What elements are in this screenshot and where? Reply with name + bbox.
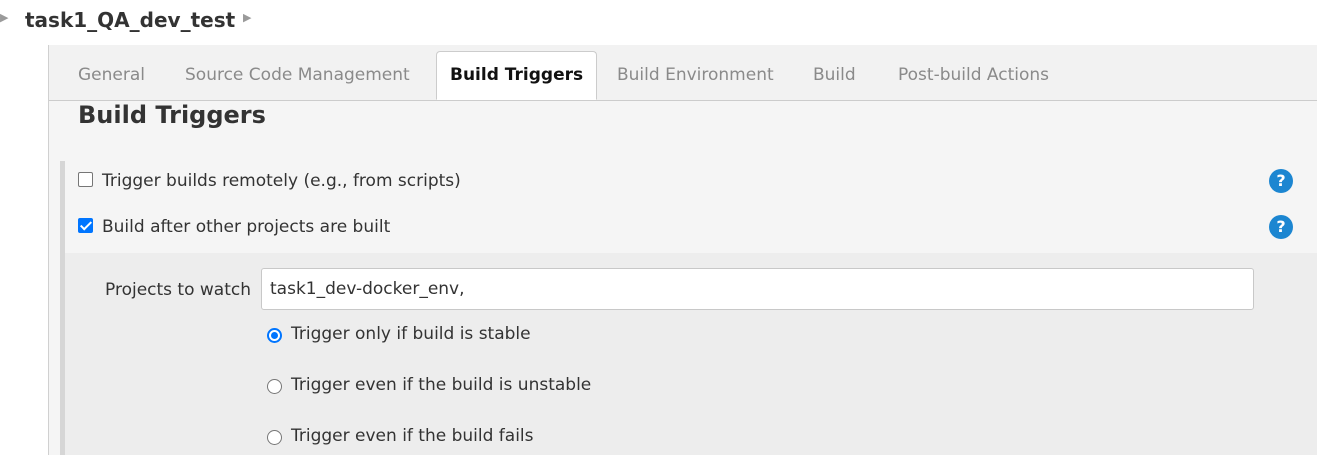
build-after-other-projects-checkbox[interactable] [78,218,93,233]
tab-build[interactable]: Build [813,65,856,85]
breadcrumb-separator-icon: ▶ [0,11,9,24]
tab-general[interactable]: General [78,65,145,85]
trigger-remote-row[interactable]: Trigger builds remotely (e.g., from scri… [78,171,461,191]
build-triggers-section: Trigger builds remotely (e.g., from scri… [60,161,1317,455]
projects-to-watch-label: Projects to watch [105,280,252,300]
trigger-after-other-projects-row[interactable]: Build after other projects are built [78,217,390,237]
help-icon[interactable]: ? [1269,215,1293,239]
breadcrumb: ▶ task1_QA_dev_test ▶ [0,0,1317,45]
tab-post-build-actions[interactable]: Post-build Actions [898,65,1049,85]
trigger-condition-option[interactable]: Trigger even if the build fails [267,426,534,446]
help-icon[interactable]: ? [1269,169,1293,193]
breadcrumb-project-link[interactable]: task1_QA_dev_test [25,8,235,32]
trigger-stable-radio[interactable] [267,328,282,343]
config-tabbar: General Source Code Management Build Tri… [49,45,1317,101]
tab-build-triggers[interactable]: Build Triggers [436,51,598,100]
trigger-condition-option[interactable]: Trigger only if build is stable [267,324,531,344]
trigger-condition-option[interactable]: Trigger even if the build is unstable [267,375,591,395]
trigger-fails-radio[interactable] [267,430,282,445]
projects-to-watch-input[interactable] [261,268,1254,310]
section-title: Build Triggers [78,101,266,129]
tab-source-code-management[interactable]: Source Code Management [185,65,410,85]
trigger-unstable-radio[interactable] [267,379,282,394]
trigger-unstable-label[interactable]: Trigger even if the build is unstable [291,375,591,395]
trigger-remote-label[interactable]: Trigger builds remotely (e.g., from scri… [102,171,461,191]
tab-build-environment[interactable]: Build Environment [617,65,774,85]
build-after-other-projects-label[interactable]: Build after other projects are built [102,217,390,237]
job-config-panel: General Source Code Management Build Tri… [49,45,1317,455]
build-after-options-panel: Projects to watch Trigger only if build … [65,253,1317,455]
trigger-stable-label[interactable]: Trigger only if build is stable [291,324,531,344]
breadcrumb-menu-arrow-icon[interactable]: ▶ [243,11,251,24]
trigger-remote-checkbox[interactable] [78,172,93,187]
trigger-fails-label[interactable]: Trigger even if the build fails [291,426,534,446]
